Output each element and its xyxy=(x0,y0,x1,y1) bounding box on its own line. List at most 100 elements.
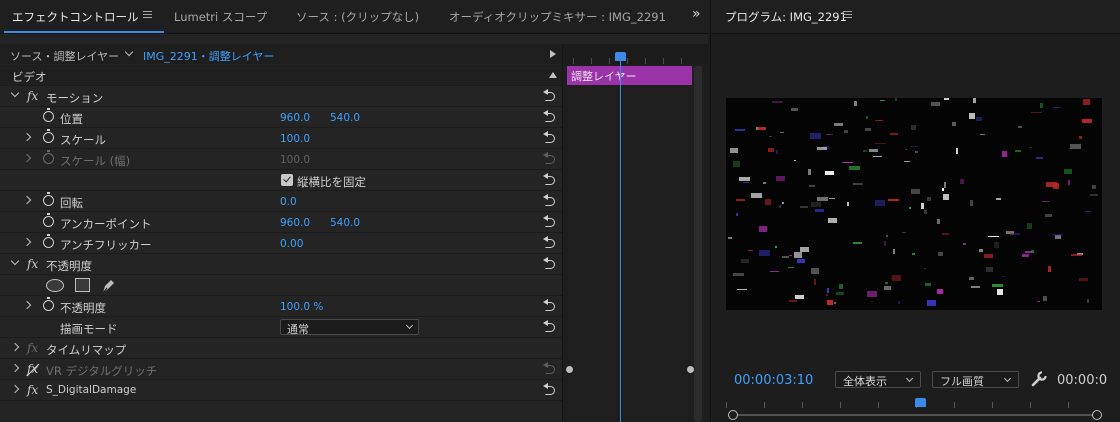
chevron-right-icon[interactable] xyxy=(22,300,32,310)
wrench-settings-icon[interactable] xyxy=(1031,371,1047,387)
pen-mask-icon[interactable] xyxy=(100,277,116,295)
property-label: スケール xyxy=(60,133,106,147)
playback-quality-select[interactable]: フル画質 xyxy=(932,371,1019,388)
glitch-pixel xyxy=(963,243,966,245)
glitch-pixel xyxy=(869,149,878,152)
sequence-clip-link[interactable]: IMG_2291・調整レイヤー xyxy=(143,48,274,64)
chevron-down-icon[interactable] xyxy=(124,47,134,57)
reset-icon[interactable] xyxy=(543,299,557,312)
blend-mode-select[interactable]: 通常 xyxy=(280,319,419,336)
chevron-right-icon[interactable] xyxy=(22,195,32,205)
glitch-pixel xyxy=(884,286,891,290)
stopwatch-icon[interactable] xyxy=(43,213,54,227)
uniform-scale-checkbox[interactable] xyxy=(281,174,293,186)
scroll-start-handle[interactable] xyxy=(566,366,573,373)
program-video-frame[interactable] xyxy=(726,98,1102,310)
rectangle-mask-icon[interactable] xyxy=(75,278,90,292)
position-x-value[interactable]: 960.0 xyxy=(280,112,310,124)
chevron-right-icon[interactable] xyxy=(10,342,20,352)
playhead-handle[interactable] xyxy=(915,398,926,407)
chevron-right-icon[interactable] xyxy=(10,384,20,394)
glitch-pixel xyxy=(944,182,946,188)
reset-icon[interactable] xyxy=(543,257,557,270)
reset-icon[interactable] xyxy=(543,89,557,102)
glitch-pixel xyxy=(759,250,770,256)
fx-toggle-icon[interactable]: fx xyxy=(27,89,38,103)
glitch-pixel xyxy=(737,289,747,290)
scroll-end-handle[interactable] xyxy=(687,366,694,373)
anchor-x-value[interactable]: 960.0 xyxy=(280,217,310,229)
rotation-value[interactable]: 0.0 xyxy=(280,196,297,208)
reset-icon[interactable] xyxy=(543,215,557,228)
vertical-scrollbar[interactable] xyxy=(694,66,702,422)
adjustment-layer-clip[interactable]: 調整レイヤー xyxy=(567,66,692,85)
effect-row-digital-damage[interactable]: fx S_DigitalDamage xyxy=(0,380,562,401)
glitch-pixel xyxy=(779,205,781,208)
glitch-pixel xyxy=(780,132,784,133)
stopwatch-icon[interactable] xyxy=(43,108,54,122)
glitch-pixel xyxy=(970,200,973,206)
playback-quality-value: フル画質 xyxy=(940,375,984,388)
ellipse-mask-icon[interactable] xyxy=(46,279,64,292)
glitch-pixel xyxy=(1010,233,1013,235)
reset-icon[interactable] xyxy=(543,236,557,249)
active-tab-indicator xyxy=(4,31,164,33)
reset-icon[interactable] xyxy=(543,383,557,396)
glitch-pixel xyxy=(1082,119,1092,123)
opacity-value[interactable]: 100.0 % xyxy=(280,301,323,313)
reset-icon[interactable] xyxy=(543,131,557,144)
position-y-value[interactable]: 540.0 xyxy=(330,112,360,124)
zoom-scrollbar[interactable] xyxy=(731,414,1099,416)
reset-icon[interactable] xyxy=(543,194,557,207)
chevron-right-icon[interactable] xyxy=(22,237,32,247)
glitch-pixel xyxy=(960,179,964,184)
stopwatch-icon[interactable] xyxy=(43,129,54,143)
tab-source[interactable]: ソース : (クリップなし) xyxy=(296,9,419,25)
fx-toggle-icon[interactable]: fx xyxy=(27,257,38,271)
tab-audio-clip-mixer[interactable]: オーディオクリップミキサー : IMG_2291 xyxy=(449,9,666,25)
chevron-down-icon[interactable] xyxy=(10,256,20,266)
glitch-pixel xyxy=(834,302,836,304)
scroll-start-handle[interactable] xyxy=(728,410,738,420)
play-triangle-icon[interactable] xyxy=(550,50,556,58)
reset-icon xyxy=(543,152,557,165)
chevron-down-icon[interactable] xyxy=(10,88,20,98)
glitch-pixel xyxy=(986,267,993,272)
reset-icon[interactable] xyxy=(543,173,557,186)
chevron-right-icon[interactable] xyxy=(22,132,32,142)
effect-row-motion[interactable]: fx モーション xyxy=(0,86,562,107)
tab-lumetri-scopes[interactable]: Lumetri スコープ xyxy=(174,9,267,25)
glitch-pixel xyxy=(814,279,816,285)
reset-icon[interactable] xyxy=(543,110,557,123)
playhead-handle[interactable] xyxy=(615,52,626,61)
scroll-end-handle[interactable] xyxy=(1092,410,1102,420)
anchor-y-value[interactable]: 540.0 xyxy=(330,217,360,229)
time-ruler[interactable] xyxy=(563,44,709,64)
tab-effect-controls[interactable]: エフェクトコントロール xyxy=(12,9,139,25)
stopwatch-icon[interactable] xyxy=(43,192,54,206)
glitch-pixel xyxy=(884,241,886,246)
panel-menu-icon[interactable] xyxy=(143,11,152,20)
chevron-down-icon xyxy=(1003,374,1012,383)
stopwatch-icon[interactable] xyxy=(43,234,54,248)
effect-controls-timeline[interactable]: 調整レイヤー xyxy=(562,44,709,422)
effect-row-opacity[interactable]: fx 不透明度 xyxy=(0,254,562,275)
overflow-chevron-icon[interactable]: » xyxy=(692,6,701,22)
reset-icon[interactable] xyxy=(543,320,557,333)
glitch-pixel xyxy=(1083,99,1090,105)
scale-value[interactable]: 100.0 xyxy=(280,133,310,145)
glitch-pixel xyxy=(1071,254,1082,256)
tab-program[interactable]: プログラム: IMG_2291 xyxy=(725,9,847,25)
current-timecode[interactable]: 00:00:03:10 xyxy=(734,373,813,388)
effect-row-vr-glitch[interactable]: fx VR デジタルグリッチ xyxy=(0,359,562,380)
glitch-pixel xyxy=(943,194,949,200)
stopwatch-icon[interactable] xyxy=(43,297,54,311)
glitch-pixel xyxy=(839,284,843,289)
fx-toggle-icon[interactable]: fx xyxy=(27,383,38,397)
effect-row-time-remap[interactable]: fx タイムリマップ xyxy=(0,338,562,359)
panel-menu-icon[interactable] xyxy=(843,11,852,20)
chevron-right-icon[interactable] xyxy=(10,363,20,373)
collapse-up-icon[interactable] xyxy=(549,72,557,78)
anti-flicker-value[interactable]: 0.00 xyxy=(280,238,303,250)
zoom-level-select[interactable]: 全体表示 xyxy=(835,371,921,388)
